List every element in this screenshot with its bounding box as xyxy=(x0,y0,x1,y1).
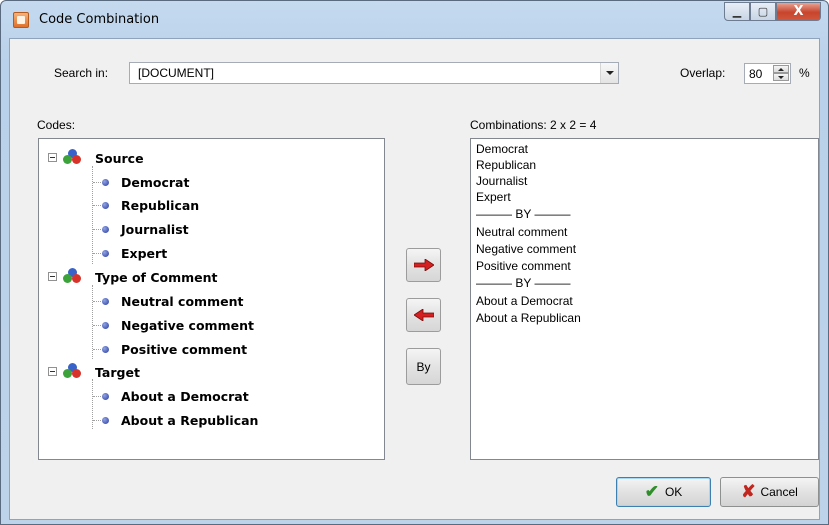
tree-group-target[interactable]: Target xyxy=(95,362,140,382)
chevron-down-icon[interactable] xyxy=(600,63,618,83)
tree-connector xyxy=(93,396,101,397)
code-group-icon xyxy=(63,363,81,379)
combinations-label: Combinations: 2 x 2 = 4 xyxy=(470,118,597,132)
left-arrow-icon xyxy=(413,309,434,321)
tree-item[interactable]: Positive comment xyxy=(121,339,247,359)
tree-item[interactable]: Democrat xyxy=(121,172,189,192)
tree-item-label: Republican xyxy=(121,197,200,213)
close-button[interactable]: X xyxy=(776,2,821,21)
app-icon xyxy=(13,12,29,28)
ok-button-label: OK xyxy=(664,485,683,499)
close-x-icon: ✘ xyxy=(741,482,756,501)
code-dot-icon xyxy=(102,250,109,257)
tree-connector xyxy=(93,420,101,421)
remove-combination-button[interactable] xyxy=(406,298,441,332)
tree-connector xyxy=(93,301,101,302)
right-arrow-icon xyxy=(413,259,434,271)
code-group-icon xyxy=(63,149,81,165)
search-in-value: [DOCUMENT] xyxy=(138,66,214,80)
tree-connector xyxy=(93,182,101,183)
by-button[interactable]: By xyxy=(406,348,441,385)
tree-item-label: Journalist xyxy=(121,221,189,237)
spin-up-icon[interactable] xyxy=(773,65,789,73)
tree-group-label: Target xyxy=(95,364,140,380)
codes-label: Codes: xyxy=(37,118,76,132)
overlap-spinner[interactable]: 80 xyxy=(744,63,791,84)
combination-line: Democrat xyxy=(476,142,529,156)
tree-item-label: Negative comment xyxy=(121,317,254,333)
tree-item-label: Positive comment xyxy=(121,341,248,357)
combination-line: About a Republican xyxy=(476,311,581,325)
code-dot-icon xyxy=(102,393,109,400)
tree-item[interactable]: About a Democrat xyxy=(121,386,249,406)
tree-connector xyxy=(93,253,101,254)
tree-group-type-of-comment[interactable]: Type of Comment xyxy=(95,267,218,287)
collapse-toggle[interactable] xyxy=(48,272,57,281)
minimize-button[interactable]: ▁ xyxy=(724,2,750,21)
tree-group-source[interactable]: Source xyxy=(95,148,144,168)
tree-item-label: About a Democrat xyxy=(121,388,249,404)
tree-item[interactable]: Journalist xyxy=(121,219,189,239)
search-label: Search in: xyxy=(54,66,109,80)
combination-line: Expert xyxy=(476,190,511,204)
code-dot-icon xyxy=(102,226,109,233)
cancel-button[interactable]: ✘ Cancel xyxy=(720,477,819,507)
tree-item-label: Democrat xyxy=(121,174,190,190)
tree-connector xyxy=(92,379,93,429)
code-group-icon xyxy=(63,268,81,284)
tree-connector xyxy=(93,229,101,230)
tree-item[interactable]: Expert xyxy=(121,243,167,263)
ok-button[interactable]: ✔ OK xyxy=(616,477,711,507)
tree-item[interactable]: Negative comment xyxy=(121,315,254,335)
combination-line: Journalist xyxy=(476,174,528,188)
checkmark-icon: ✔ xyxy=(644,482,659,501)
title-bar[interactable]: Code Combination ▁ ▢ X xyxy=(1,1,828,38)
close-icon: X xyxy=(793,4,804,19)
overlap-label: Overlap: xyxy=(680,66,726,80)
combination-line: Positive comment xyxy=(476,259,571,273)
combination-line: Republican xyxy=(476,158,537,172)
search-in-dropdown[interactable]: [DOCUMENT] xyxy=(129,62,619,84)
by-button-label: By xyxy=(416,359,431,374)
maximize-button[interactable]: ▢ xyxy=(750,2,776,21)
tree-connector xyxy=(93,325,101,326)
spin-down-icon[interactable] xyxy=(773,73,789,81)
codes-tree[interactable]: Source Democrat Republican Journalist Ex… xyxy=(38,138,385,460)
tree-item[interactable]: Republican xyxy=(121,195,199,215)
tree-item[interactable]: Neutral comment xyxy=(121,291,243,311)
window-title: Code Combination xyxy=(39,12,160,27)
tree-item-label: Neutral comment xyxy=(121,293,244,309)
tree-item[interactable]: About a Republican xyxy=(121,410,258,430)
tree-group-label: Source xyxy=(95,150,144,166)
tree-connector xyxy=(92,166,93,264)
combination-separator: ——— BY ——— xyxy=(476,207,571,221)
overlap-value: 80 xyxy=(749,67,763,81)
tree-group-label: Type of Comment xyxy=(95,269,218,285)
combination-separator: ——— BY ——— xyxy=(476,276,571,290)
collapse-toggle[interactable] xyxy=(48,153,57,162)
code-dot-icon xyxy=(102,417,109,424)
spinner-arrows xyxy=(773,65,789,82)
tree-item-label: About a Republican xyxy=(121,412,259,428)
add-combination-button[interactable] xyxy=(406,248,441,282)
tree-connector xyxy=(92,285,93,359)
code-dot-icon xyxy=(102,179,109,186)
minimize-icon: ▁ xyxy=(732,5,742,18)
cancel-button-label: Cancel xyxy=(760,485,798,499)
combination-line: Neutral comment xyxy=(476,225,568,239)
tree-connector xyxy=(93,349,101,350)
code-dot-icon xyxy=(102,298,109,305)
tree-item-label: Expert xyxy=(121,245,168,261)
overlap-unit: % xyxy=(799,66,810,80)
maximize-icon: ▢ xyxy=(757,5,769,18)
window-controls: ▁ ▢ X xyxy=(724,2,821,22)
combination-line: About a Democrat xyxy=(476,294,573,308)
combination-line: Negative comment xyxy=(476,242,577,256)
collapse-toggle[interactable] xyxy=(48,367,57,376)
code-dot-icon xyxy=(102,322,109,329)
code-dot-icon xyxy=(102,202,109,209)
tree-connector xyxy=(93,205,101,206)
code-dot-icon xyxy=(102,346,109,353)
